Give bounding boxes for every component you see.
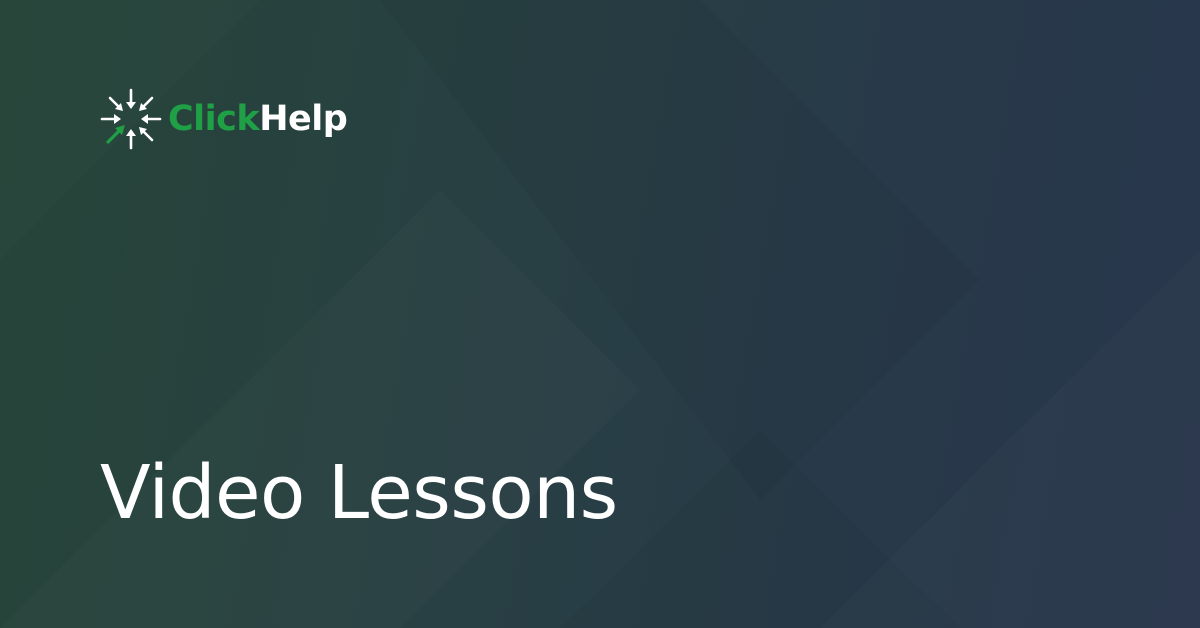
brand-wordmark: ClickHelp — [168, 88, 348, 150]
brand-name-help: Help — [259, 99, 348, 139]
page-title: Video Lessons — [100, 450, 618, 536]
click-burst-logo-icon — [100, 88, 162, 150]
brand-name-click: Click — [168, 99, 260, 139]
clickhelp-logo[interactable]: ClickHelp — [100, 88, 348, 150]
